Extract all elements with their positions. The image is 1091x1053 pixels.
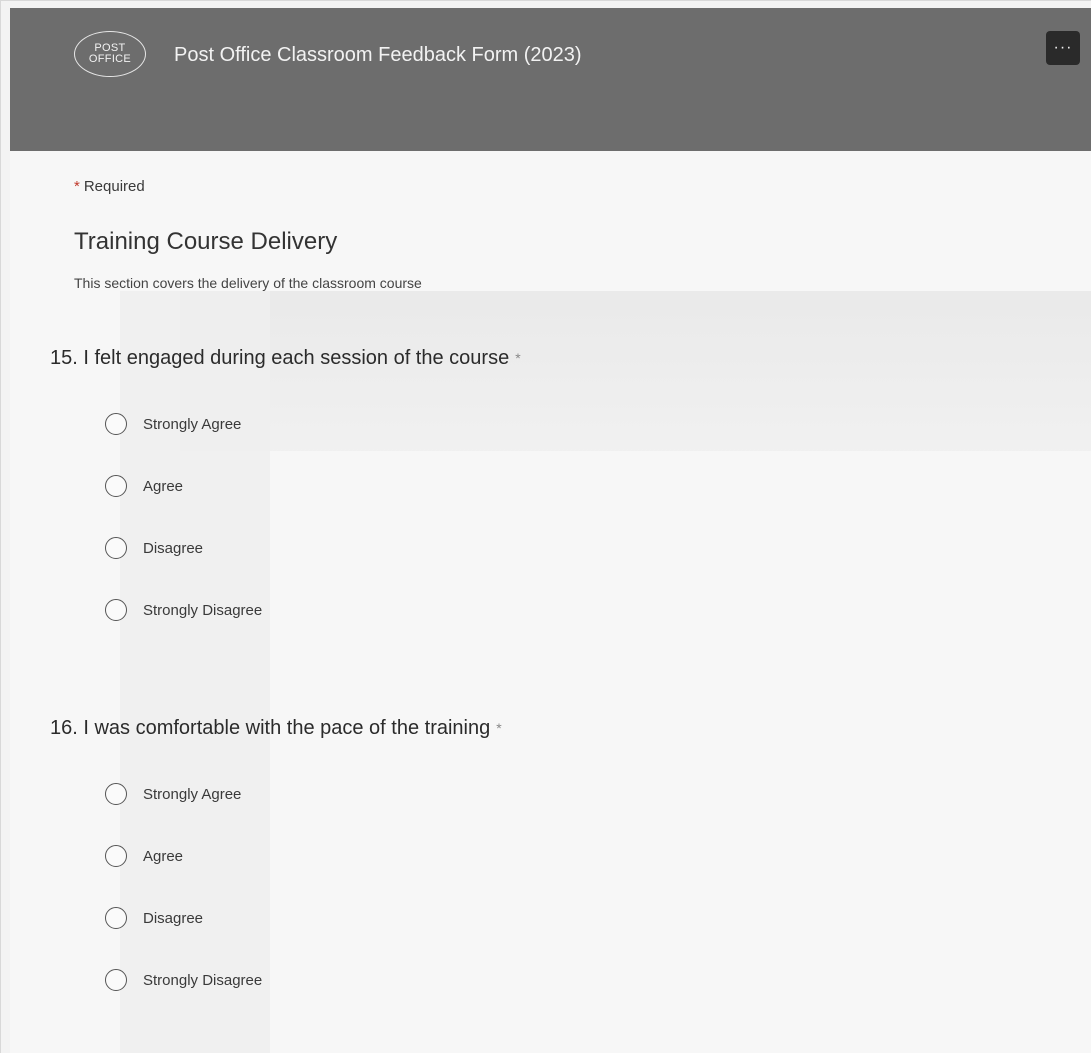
form-title: Post Office Classroom Feedback Form (202…: [174, 44, 582, 66]
option-strongly-agree[interactable]: Strongly Agree: [105, 763, 1050, 825]
radio-button[interactable]: [105, 413, 127, 435]
radio-button[interactable]: [105, 783, 127, 805]
form-body: * Required Training Course Delivery This …: [10, 151, 1091, 1053]
more-options-button[interactable]: ···: [1046, 31, 1080, 65]
section-title: Training Course Delivery: [74, 228, 338, 255]
option-label: Disagree: [143, 909, 204, 927]
ellipsis-icon: ···: [1053, 39, 1073, 56]
option-agree[interactable]: Agree: [105, 455, 1050, 517]
question-title-text: 16. I was comfortable with the pace of t…: [50, 717, 491, 739]
option-strongly-agree[interactable]: Strongly Agree: [105, 393, 1050, 455]
option-label: Strongly Agree: [143, 785, 242, 803]
radio-button[interactable]: [105, 845, 127, 867]
radio-button[interactable]: [105, 537, 127, 559]
required-note-text: Required: [83, 178, 145, 195]
option-strongly-disagree[interactable]: Strongly Disagree: [105, 949, 1050, 1011]
option-strongly-disagree[interactable]: Strongly Disagree: [105, 579, 1050, 641]
option-agree[interactable]: Agree: [105, 825, 1050, 887]
question-16: 16. I was comfortable with the pace of t…: [50, 713, 1050, 1011]
required-note: * Required: [74, 178, 145, 195]
option-label: Strongly Disagree: [143, 971, 263, 989]
form-header: POST OFFICE Post Office Classroom Feedba…: [10, 8, 1091, 151]
logo-line-2: OFFICE: [88, 53, 132, 65]
option-label: Agree: [143, 847, 184, 865]
option-disagree[interactable]: Disagree: [105, 517, 1050, 579]
post-office-logo: POST OFFICE: [74, 31, 146, 77]
question-title: 16. I was comfortable with the pace of t…: [50, 713, 1050, 743]
option-label: Strongly Disagree: [143, 601, 263, 619]
section-description: This section covers the delivery of the …: [74, 275, 422, 291]
option-label: Strongly Agree: [143, 415, 242, 433]
question-15: 15. I felt engaged during each session o…: [50, 343, 1050, 641]
question-title: 15. I felt engaged during each session o…: [50, 343, 1050, 373]
radio-button[interactable]: [105, 969, 127, 991]
option-label: Disagree: [143, 539, 204, 557]
question-title-text: 15. I felt engaged during each session o…: [50, 347, 510, 369]
radio-button[interactable]: [105, 599, 127, 621]
option-label: Agree: [143, 477, 184, 495]
required-marker: *: [496, 720, 502, 736]
radio-button[interactable]: [105, 907, 127, 929]
required-marker: *: [515, 350, 521, 366]
required-star: *: [74, 178, 80, 195]
radio-button[interactable]: [105, 475, 127, 497]
option-disagree[interactable]: Disagree: [105, 887, 1050, 949]
